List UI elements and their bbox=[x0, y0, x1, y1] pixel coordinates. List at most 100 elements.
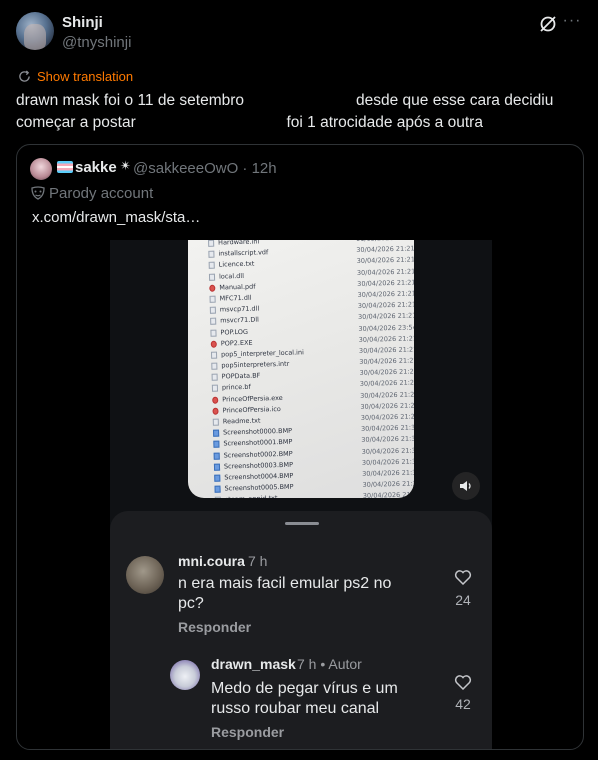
file-icon bbox=[212, 396, 219, 404]
more-options-icon[interactable]: ··· bbox=[562, 13, 582, 34]
reply-button[interactable]: Responder bbox=[178, 619, 251, 635]
quoted-author-name[interactable]: sakke bbox=[75, 159, 117, 176]
file-date: 30/04/2026 21:21 bbox=[358, 311, 414, 322]
file-date: 30/04/2026 21:21 bbox=[356, 244, 414, 255]
file-name: Screenshot0001.BMP bbox=[223, 438, 293, 448]
file-icon bbox=[214, 496, 221, 498]
file-name: msvcr71.Dll bbox=[220, 315, 260, 325]
file-icon bbox=[213, 440, 220, 449]
author-name[interactable]: Shinji bbox=[62, 14, 103, 31]
file-icon bbox=[209, 295, 216, 303]
reply-button[interactable]: Responder bbox=[211, 724, 284, 740]
file-icon bbox=[210, 340, 217, 348]
file-name: prince.bf bbox=[221, 383, 251, 392]
author-reply-avatar[interactable] bbox=[170, 660, 200, 690]
file-name: steam_appid.txt bbox=[225, 494, 278, 498]
file-date: 30/04/2026 21:31 bbox=[361, 445, 414, 456]
file-name: POPData.BF bbox=[221, 371, 261, 381]
comment-text-line1: Medo de pegar vírus e um bbox=[211, 680, 398, 697]
file-date: 30/04/2026 23:54 bbox=[358, 322, 414, 333]
speaker-icon bbox=[460, 481, 471, 491]
file-icon bbox=[210, 329, 217, 337]
file-name: POP2.EXE bbox=[220, 338, 253, 348]
file-date: 30/04/2026 21:21 bbox=[359, 378, 414, 389]
parody-account-label: Parody account bbox=[49, 185, 154, 202]
file-name: Hardware.ini bbox=[218, 240, 260, 247]
file-date: 30/04/2026 21:21 bbox=[356, 255, 414, 266]
file-icon bbox=[208, 250, 215, 259]
file-icon bbox=[213, 463, 221, 471]
file-date: 30/04/2026 21:21 bbox=[359, 367, 414, 378]
grok-icon[interactable] bbox=[538, 14, 558, 34]
file-name: PrinceOfPersia.exe bbox=[222, 393, 283, 404]
file-name: Screenshot0000.BMP bbox=[222, 426, 293, 437]
author-avatar[interactable] bbox=[16, 12, 54, 50]
video-player[interactable]: Hardware.ini 01/05/2026 14:39 installscrip… bbox=[110, 240, 492, 749]
comments-sheet: mni.coura 7 h n era mais facil emular ps… bbox=[110, 511, 492, 749]
quoted-link[interactable]: x.com/drawn_mask/sta… bbox=[32, 209, 200, 226]
like-count: 42 bbox=[455, 696, 471, 712]
translate-icon bbox=[19, 69, 30, 82]
comment-username[interactable]: mni.coura bbox=[178, 553, 245, 569]
file-date: 30/04/2026 21:31 bbox=[361, 457, 414, 467]
file-name: pop5interpreters.intr bbox=[221, 359, 290, 370]
file-name: POP.LOG bbox=[220, 327, 249, 337]
file-icon bbox=[212, 418, 219, 426]
like-count: 24 bbox=[455, 592, 471, 608]
file-date: 30/04/2026 21:21 bbox=[357, 300, 414, 311]
file-date: 30/04/2026 21:21 bbox=[357, 289, 414, 299]
comment-text-line1: n era mais facil emular ps2 no bbox=[178, 575, 392, 592]
file-icon bbox=[213, 452, 220, 460]
file-icon bbox=[213, 429, 220, 437]
file-date: 30/04/2026 21:21 bbox=[358, 345, 414, 355]
file-icon bbox=[209, 284, 216, 292]
file-name: local.dll bbox=[218, 271, 245, 281]
file-name: Licence.txt bbox=[218, 260, 255, 269]
file-icon bbox=[211, 373, 218, 382]
quoted-post[interactable]: sakke ✴ @sakkeeeOwO · 12h Parody account… bbox=[16, 144, 584, 750]
like-heart-icon[interactable] bbox=[454, 569, 472, 585]
file-date: 30/04/2026 21:22 bbox=[359, 356, 414, 366]
quoted-author-avatar[interactable] bbox=[30, 158, 52, 180]
file-icon bbox=[214, 474, 221, 482]
file-name: MFC71.dll bbox=[219, 293, 252, 303]
comment-username[interactable]: drawn_mask bbox=[211, 656, 296, 672]
parody-mask-icon bbox=[31, 186, 45, 200]
show-translation-link[interactable]: Show translation bbox=[18, 67, 133, 85]
file-name: msvcp71.dll bbox=[219, 304, 260, 314]
file-date: 30/04/2026 21:21 bbox=[358, 334, 414, 344]
file-icon bbox=[211, 362, 218, 370]
file-icon bbox=[210, 317, 217, 326]
video-frame: Hardware.ini 01/05/2026 14:39 installscrip… bbox=[188, 240, 414, 498]
file-icon bbox=[208, 240, 215, 247]
file-date: 30/04/2026 21:21 bbox=[356, 266, 414, 277]
like-heart-icon[interactable] bbox=[454, 674, 472, 690]
file-date: 30/04/2026 21:31 bbox=[362, 479, 414, 490]
file-date: 30/04/2026 21:21 bbox=[360, 412, 414, 422]
file-date: 30/04/2026 21:21 bbox=[360, 401, 414, 411]
author-handle[interactable]: @tnyshinji bbox=[62, 34, 131, 51]
file-name: Screenshot0005.BMP bbox=[224, 482, 294, 493]
file-date: 30/04/2026 21:31 bbox=[361, 434, 414, 445]
file-date: 30/04/2026 21:21 bbox=[357, 278, 414, 288]
sheet-drag-handle[interactable] bbox=[285, 522, 319, 525]
commenter-avatar[interactable] bbox=[126, 556, 164, 594]
file-icon bbox=[212, 407, 219, 415]
sparkle-icon: ✴ bbox=[120, 158, 131, 173]
file-name: PrinceOfPersia.ico bbox=[222, 404, 281, 415]
file-date: 01/05/2026 14:39 bbox=[356, 240, 414, 243]
quoted-author-handle[interactable]: @sakkeeeOwO · 12h bbox=[133, 160, 277, 177]
file-icon bbox=[208, 262, 215, 270]
file-icon bbox=[210, 351, 218, 359]
file-name: Screenshot0004.BMP bbox=[224, 471, 294, 482]
comment-text-line2: pc? bbox=[178, 595, 204, 612]
file-date: 30/04/2026 21:21 bbox=[362, 490, 414, 498]
comment-time: 7 h bbox=[248, 553, 268, 569]
volume-button[interactable] bbox=[452, 472, 480, 500]
file-icon bbox=[209, 306, 216, 314]
file-name: Readme.txt bbox=[222, 416, 261, 426]
file-date: 30/04/2026 21:21 bbox=[360, 390, 414, 400]
file-icon bbox=[208, 273, 216, 281]
show-translation-label: Show translation bbox=[37, 68, 134, 84]
post-header: Shinji @tnyshinji ··· bbox=[16, 12, 582, 54]
